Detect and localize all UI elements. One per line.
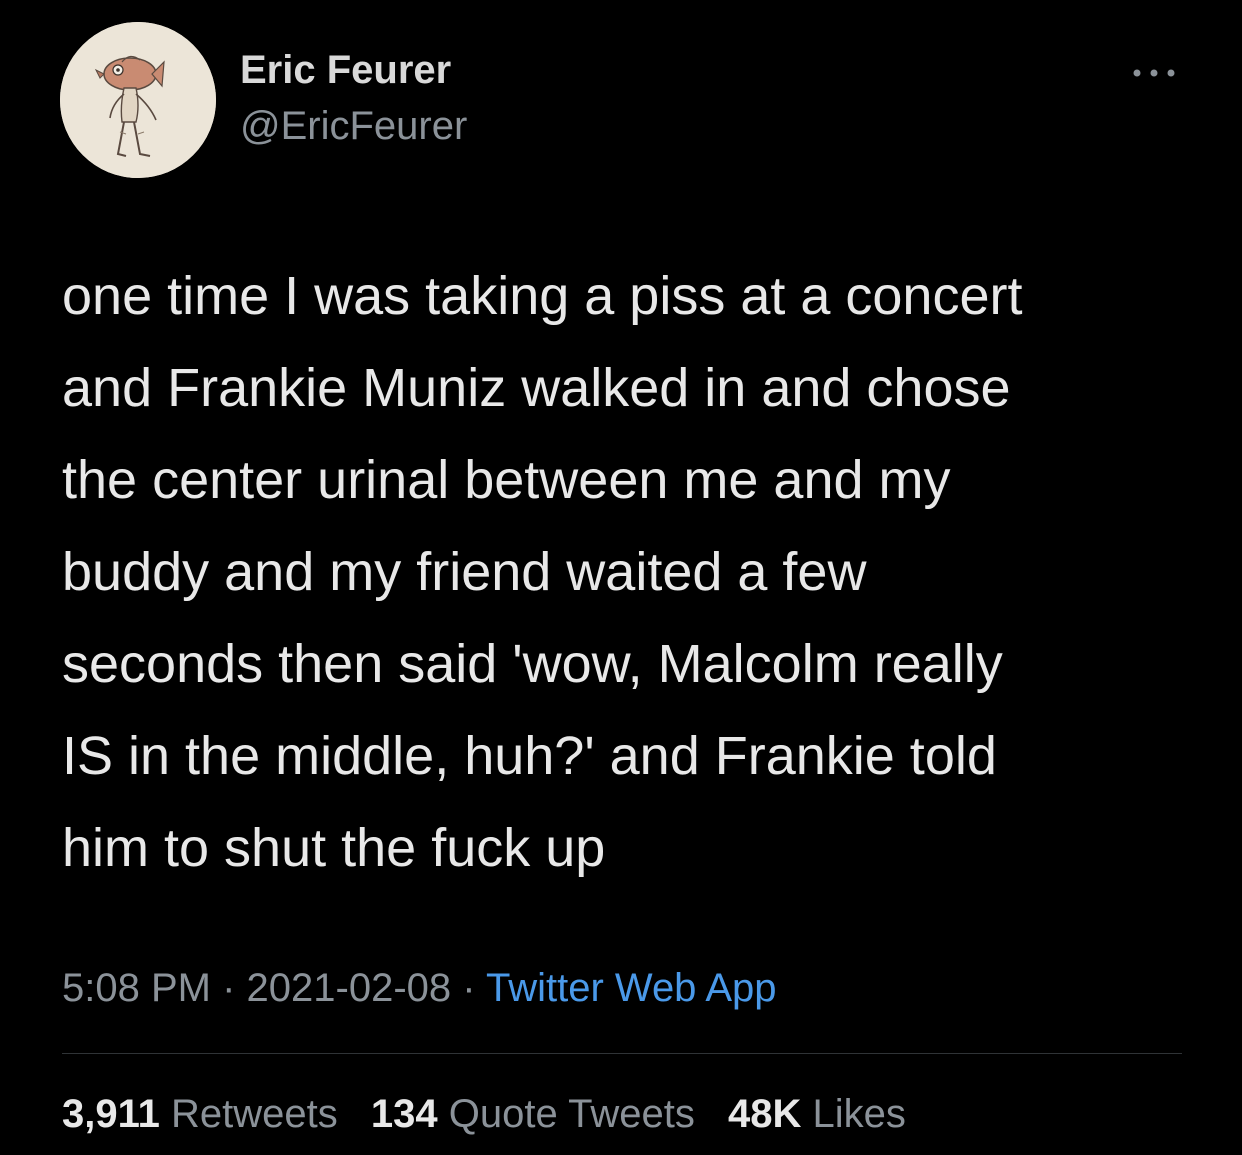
likes-label: Likes [812, 1092, 906, 1136]
tweet-text-line: seconds then said 'wow, Malcolm really [62, 634, 1003, 694]
tweet-text-line: IS in the middle, huh?' and Frankie told [62, 726, 997, 786]
author-handle[interactable]: @EricFeurer [240, 104, 467, 149]
more-horizontal-icon [1133, 69, 1175, 77]
likes-stat[interactable]: 48K Likes [728, 1092, 906, 1136]
tweet-text-line: and Frankie Muniz walked in and chose [62, 358, 1011, 418]
quote-tweets-stat[interactable]: 134 Quote Tweets [371, 1092, 695, 1136]
tweet-text-line: one time I was taking a piss at a concer… [62, 266, 1023, 326]
tweet-meta: 5:08 PM · 2021-02-08 · Twitter Web App [62, 966, 777, 1011]
tweet-source-link[interactable]: Twitter Web App [486, 966, 777, 1010]
engagement-stats: 3,911 Retweets 134 Quote Tweets 48K Like… [62, 1092, 928, 1137]
more-options-button[interactable] [1128, 58, 1182, 88]
retweets-stat[interactable]: 3,911 Retweets [62, 1092, 338, 1136]
quote-tweets-label: Quote Tweets [448, 1092, 695, 1136]
meta-separator: · [462, 966, 476, 1010]
author-name[interactable]: Eric Feurer [240, 48, 451, 93]
tweet-text-line: the center urinal between me and my [62, 450, 951, 510]
tweet-text: one time I was taking a piss at a concer… [62, 250, 1212, 894]
tweet-date[interactable]: 2021-02-08 [247, 966, 452, 1010]
fish-figure-avatar-image [60, 22, 216, 178]
avatar[interactable] [60, 22, 216, 178]
meta-separator: · [222, 966, 236, 1010]
tweet-text-line: buddy and my friend waited a few [62, 542, 867, 602]
likes-count: 48K [727, 1092, 802, 1136]
tweet-text-line: him to shut the fuck up [62, 818, 606, 878]
tweet-time[interactable]: 5:08 PM [62, 966, 211, 1010]
retweets-count: 3,911 [62, 1092, 160, 1136]
retweets-label: Retweets [171, 1092, 338, 1136]
divider [62, 1053, 1182, 1054]
quote-tweets-count: 134 [370, 1092, 438, 1136]
